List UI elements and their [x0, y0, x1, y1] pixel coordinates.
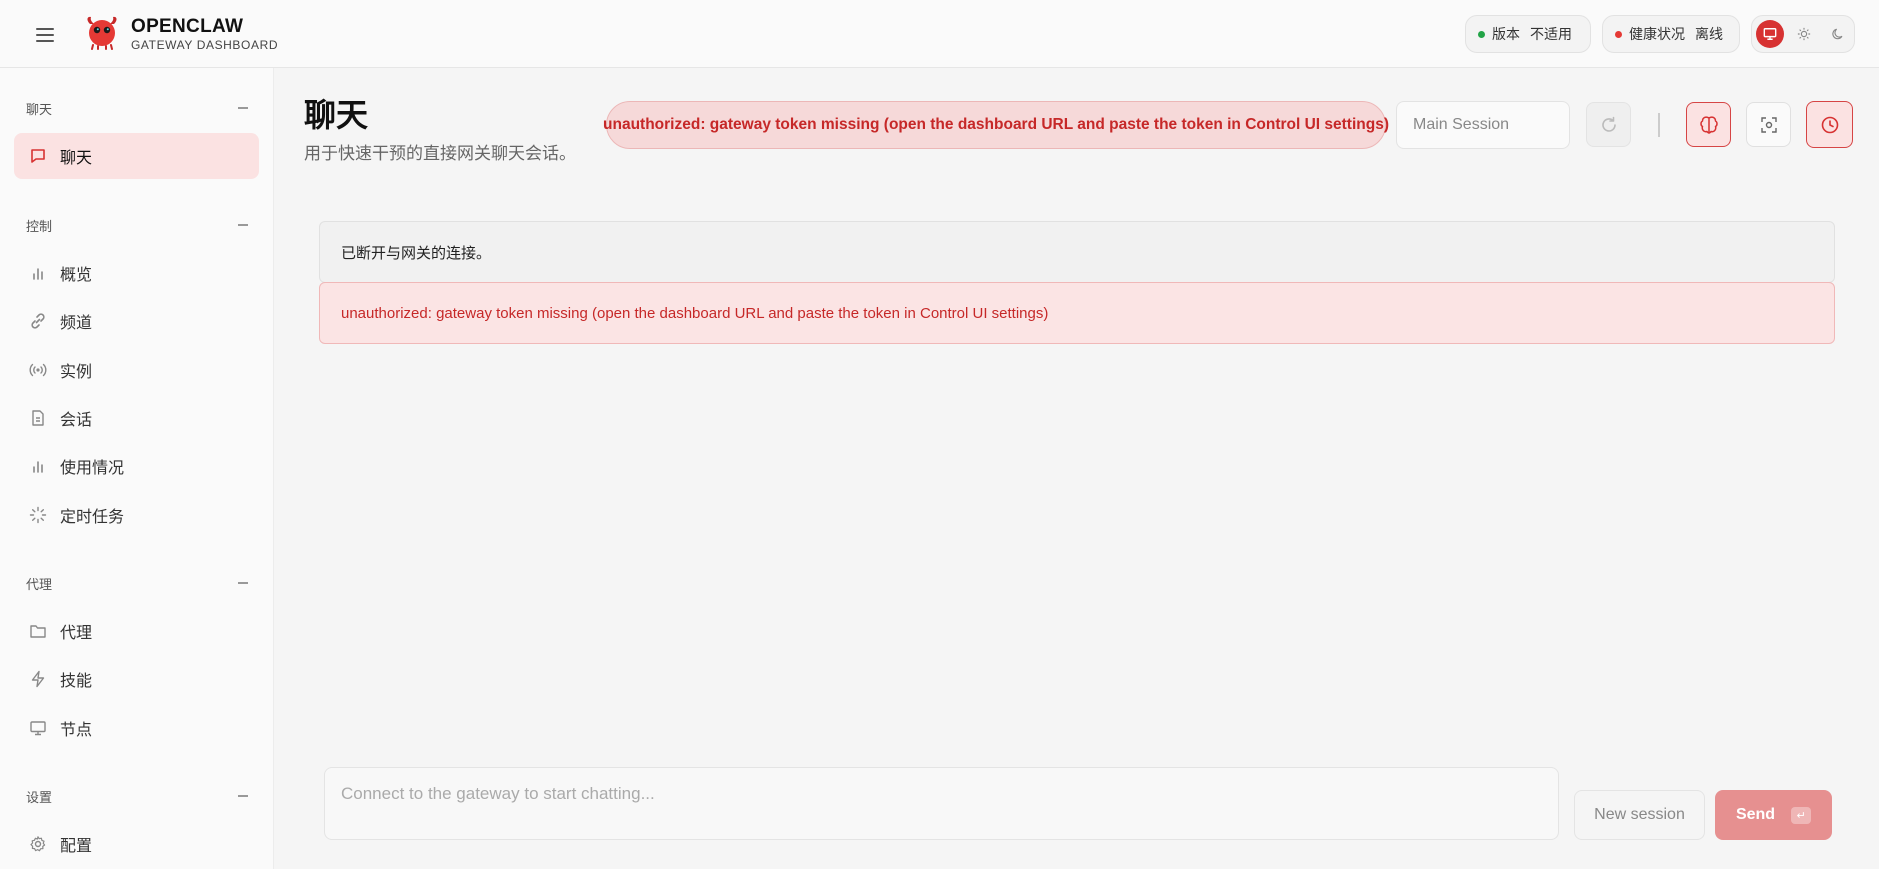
page-subtitle: 用于快速干预的直接网关聊天会话。	[304, 144, 576, 163]
theme-switcher	[1751, 15, 1855, 53]
sidebar-item-config[interactable]: 配置	[14, 821, 259, 867]
brand-title: OPENCLAW	[131, 16, 244, 37]
broadcast-icon	[28, 360, 48, 380]
sidebar-item-label: 技能	[60, 673, 93, 690]
status-dot-red	[1615, 30, 1622, 38]
sidebar-item-cron-jobs[interactable]: 定时任务	[14, 492, 259, 538]
bar-chart-icon	[28, 263, 48, 283]
brain-icon	[1699, 115, 1718, 134]
sidebar-item-channels[interactable]: 频道	[14, 298, 259, 344]
section-header-settings[interactable]: 设置	[26, 787, 52, 806]
sidebar-item-label: 会话	[60, 412, 93, 429]
sidebar-item-label: 概览	[60, 267, 93, 284]
gear-icon	[28, 834, 48, 854]
version-value: 不适用	[1530, 26, 1572, 42]
health-label: 健康状况	[1629, 26, 1685, 42]
sidebar-item-chat[interactable]: 聊天	[14, 133, 259, 179]
sidebar-item-label: 聊天	[60, 150, 93, 167]
session-selector-input[interactable]	[1396, 101, 1570, 149]
brand-subtitle: GATEWAY DASHBOARD	[131, 38, 279, 52]
sidebar-item-sessions[interactable]: 会话	[14, 395, 259, 441]
bar-chart-icon	[28, 456, 48, 476]
toolbar-divider	[1658, 113, 1660, 137]
sidebar-item-label: 配置	[60, 838, 93, 855]
refresh-button[interactable]	[1586, 102, 1631, 147]
sidebar-item-instances[interactable]: 实例	[14, 347, 259, 393]
enter-key-hint: ↵	[1791, 806, 1812, 824]
sidebar-item-label: 实例	[60, 364, 93, 381]
collapse-icon[interactable]	[238, 582, 248, 584]
focus-icon	[1760, 116, 1777, 133]
refresh-icon	[1601, 116, 1616, 132]
sidebar-item-skills[interactable]: 技能	[14, 656, 259, 702]
sidebar-item-label: 使用情况	[60, 460, 125, 477]
sidebar-item-label: 定时任务	[60, 509, 125, 526]
sidebar-item-label: 节点	[60, 722, 93, 739]
send-button[interactable]: Send ↵	[1715, 790, 1832, 840]
moon-icon[interactable]	[1824, 20, 1852, 48]
link-icon	[28, 311, 48, 331]
version-label: 版本	[1492, 26, 1520, 42]
collapse-icon[interactable]	[238, 107, 248, 109]
document-icon	[28, 408, 48, 428]
sidebar-item-nodes[interactable]: 节点	[14, 705, 259, 751]
hamburger-menu-icon[interactable]	[34, 22, 58, 46]
sidebar: 聊天 聊天 控制 概览 频道 实例 会话 使用情况 定时任务 代理 代理 技能 …	[0, 68, 274, 869]
clock-icon	[1821, 116, 1838, 133]
message-composer[interactable]	[324, 767, 1559, 840]
focus-mode-button[interactable]	[1746, 102, 1791, 147]
section-header-agents[interactable]: 代理	[26, 574, 52, 593]
sidebar-item-label: 频道	[60, 315, 93, 332]
monitor-icon[interactable]	[1756, 20, 1784, 48]
collapse-icon[interactable]	[238, 795, 248, 797]
health-value: 离线	[1695, 26, 1723, 42]
disconnected-message: 已断开与网关的连接。	[319, 221, 1835, 283]
version-status-pill: 版本 不适用	[1465, 15, 1591, 53]
sidebar-item-usage[interactable]: 使用情况	[14, 443, 259, 489]
chat-bubble-icon	[28, 146, 48, 166]
sidebar-item-overview[interactable]: 概览	[14, 250, 259, 296]
new-session-button[interactable]: New session	[1574, 790, 1705, 840]
auth-error-banner: unauthorized: gateway token missing (ope…	[603, 101, 1389, 149]
sun-icon[interactable]	[1790, 20, 1818, 48]
error-message: unauthorized: gateway token missing (ope…	[319, 282, 1835, 344]
collapse-icon[interactable]	[238, 224, 248, 226]
page-title: 聊天	[304, 97, 369, 133]
monitor-icon	[28, 718, 48, 738]
history-button[interactable]	[1806, 101, 1853, 148]
send-button-label: Send	[1735, 806, 1776, 823]
loader-icon	[28, 505, 48, 525]
section-header-control[interactable]: 控制	[26, 216, 52, 235]
sidebar-item-agents[interactable]: 代理	[14, 608, 259, 654]
lightning-icon	[28, 669, 48, 689]
section-header-chat[interactable]: 聊天	[26, 99, 52, 118]
folder-icon	[28, 621, 48, 641]
health-status-pill: 健康状况 离线	[1602, 15, 1740, 53]
lobster-logo-icon	[87, 16, 117, 50]
status-dot-green	[1478, 30, 1485, 38]
thinking-toggle-button[interactable]	[1686, 102, 1731, 147]
top-bar: OPENCLAW GATEWAY DASHBOARD 版本 不适用 健康状况 离…	[0, 0, 1879, 68]
sidebar-item-label: 代理	[60, 625, 93, 642]
